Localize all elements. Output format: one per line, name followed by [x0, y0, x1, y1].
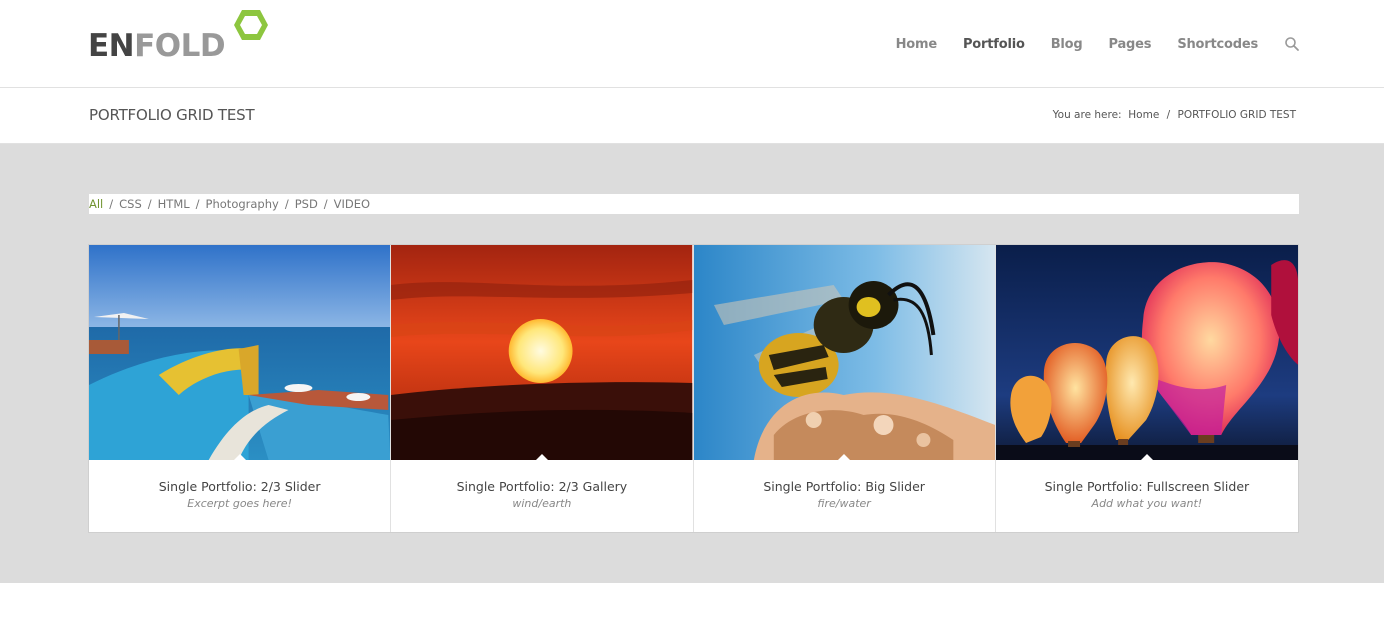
portfolio-filter-bar: All / CSS / HTML / Photography / PSD / V…: [89, 194, 1299, 214]
filter-css[interactable]: CSS: [119, 197, 142, 211]
portfolio-item-excerpt: fire/water: [817, 497, 871, 510]
portfolio-item[interactable]: Single Portfolio: Fullscreen Slider Add …: [995, 245, 1298, 532]
portfolio-item[interactable]: Single Portfolio: 2/3 Slider Excerpt goe…: [89, 245, 392, 532]
card-pointer: [535, 454, 548, 460]
portfolio-thumbnail-resort-pool[interactable]: [89, 245, 391, 460]
portfolio-item[interactable]: Single Portfolio: Big Slider fire/water: [693, 245, 996, 532]
breadcrumb-current: PORTFOLIO GRID TEST: [1177, 109, 1296, 121]
hot-air-balloons-image: [995, 245, 1298, 460]
filter-video[interactable]: VIDEO: [334, 197, 370, 211]
main-nav: Home Portfolio Blog Pages Shortcodes: [870, 32, 1300, 56]
nav-item-pages[interactable]: Pages: [1109, 37, 1152, 52]
filter-psd[interactable]: PSD: [295, 197, 318, 211]
page-title: PORTFOLIO GRID TEST: [89, 106, 255, 124]
portfolio-item-excerpt: Excerpt goes here!: [187, 497, 292, 510]
resort-pool-image: [89, 245, 391, 460]
sunset-image: [391, 245, 693, 460]
portfolio-item-title[interactable]: Single Portfolio: 2/3 Slider: [89, 479, 390, 494]
portfolio-item-excerpt: wind/earth: [512, 497, 572, 510]
portfolio-item-title[interactable]: Single Portfolio: Big Slider: [694, 479, 995, 494]
portfolio-item[interactable]: Single Portfolio: 2/3 Gallery wind/earth: [391, 245, 694, 532]
breadcrumb: You are here: Home / PORTFOLIO GRID TEST: [1053, 109, 1296, 121]
card-pointer: [838, 454, 851, 460]
wasp-image: [693, 245, 995, 460]
title-bar: PORTFOLIO GRID TEST You are here: Home /…: [0, 89, 1384, 144]
search-icon[interactable]: [1284, 36, 1300, 52]
logo-hexagon-icon: [234, 10, 268, 40]
filter-separator: /: [147, 197, 152, 211]
portfolio-thumbnail-sunset[interactable]: [391, 245, 693, 460]
filter-separator: /: [323, 197, 328, 211]
filter-html[interactable]: HTML: [158, 197, 190, 211]
portfolio-item-title[interactable]: Single Portfolio: Fullscreen Slider: [996, 479, 1298, 494]
logo-text: ENFOLD: [88, 28, 226, 64]
site-header: ENFOLD Home Portfolio Blog Pages Shortco…: [0, 0, 1384, 88]
filter-separator: /: [284, 197, 289, 211]
site-logo[interactable]: ENFOLD: [88, 8, 278, 64]
filter-all[interactable]: All: [89, 197, 103, 211]
portfolio-item-excerpt: Add what you want!: [1091, 497, 1203, 510]
filter-separator: /: [195, 197, 200, 211]
breadcrumb-prefix: You are here:: [1052, 109, 1122, 121]
filter-photography[interactable]: Photography: [206, 197, 279, 211]
filter-separator: /: [109, 197, 114, 211]
card-pointer: [233, 454, 246, 460]
card-pointer: [1140, 454, 1153, 460]
main-content: All / CSS / HTML / Photography / PSD / V…: [0, 144, 1384, 583]
portfolio-grid: Single Portfolio: 2/3 Slider Excerpt goe…: [88, 244, 1299, 533]
nav-item-home[interactable]: Home: [896, 37, 938, 52]
portfolio-item-title[interactable]: Single Portfolio: 2/3 Gallery: [391, 479, 692, 494]
nav-item-shortcodes[interactable]: Shortcodes: [1177, 37, 1258, 52]
nav-item-portfolio[interactable]: Portfolio: [963, 37, 1025, 52]
portfolio-thumbnail-balloons[interactable]: [995, 245, 1298, 460]
portfolio-thumbnail-wasp[interactable]: [693, 245, 995, 460]
breadcrumb-home-link[interactable]: Home: [1128, 109, 1159, 121]
nav-item-blog[interactable]: Blog: [1051, 37, 1083, 52]
breadcrumb-separator: /: [1166, 109, 1171, 121]
